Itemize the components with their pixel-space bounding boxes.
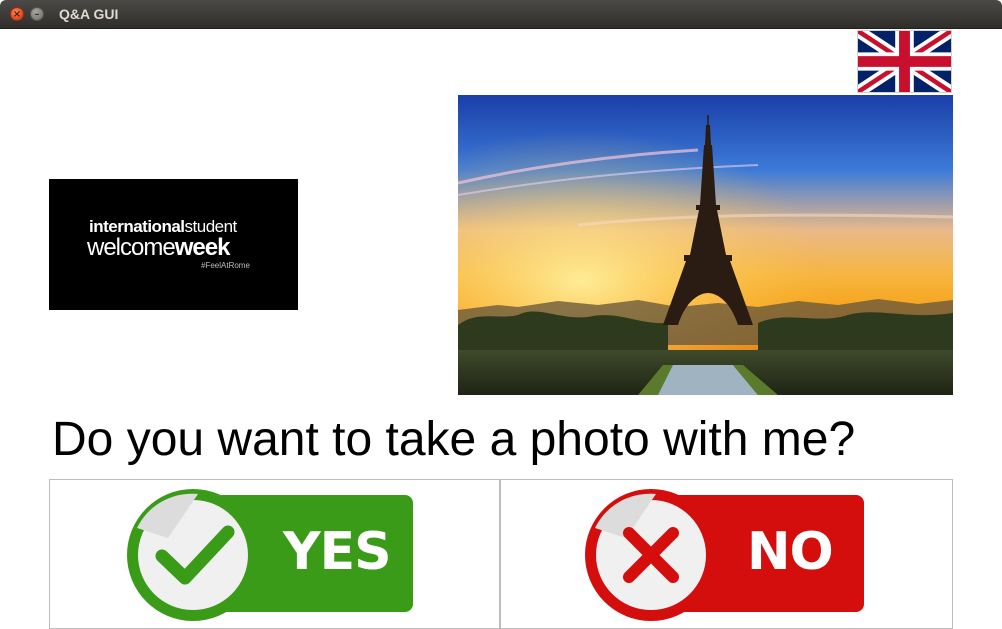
no-button[interactable]: NO — [500, 479, 953, 629]
window-title: Q&A GUI — [59, 6, 119, 22]
yes-label: YES — [283, 522, 392, 582]
logo-line-2: welcomeweek — [87, 234, 230, 261]
eiffel-tower-photo — [458, 95, 953, 395]
logo-hashtag: #FeelAtRome — [201, 261, 250, 270]
welcome-week-logo: internationalstudent welcomeweek #FeelAt… — [49, 179, 298, 310]
minimize-button[interactable]: – — [30, 7, 44, 21]
no-label: NO — [747, 522, 834, 582]
yes-button[interactable]: YES — [49, 479, 500, 629]
title-bar: × – Q&A GUI — [0, 0, 1002, 29]
uk-flag-icon[interactable] — [857, 30, 952, 93]
question-text: Do you want to take a photo with me? — [52, 413, 856, 466]
close-button[interactable]: × — [10, 7, 24, 21]
